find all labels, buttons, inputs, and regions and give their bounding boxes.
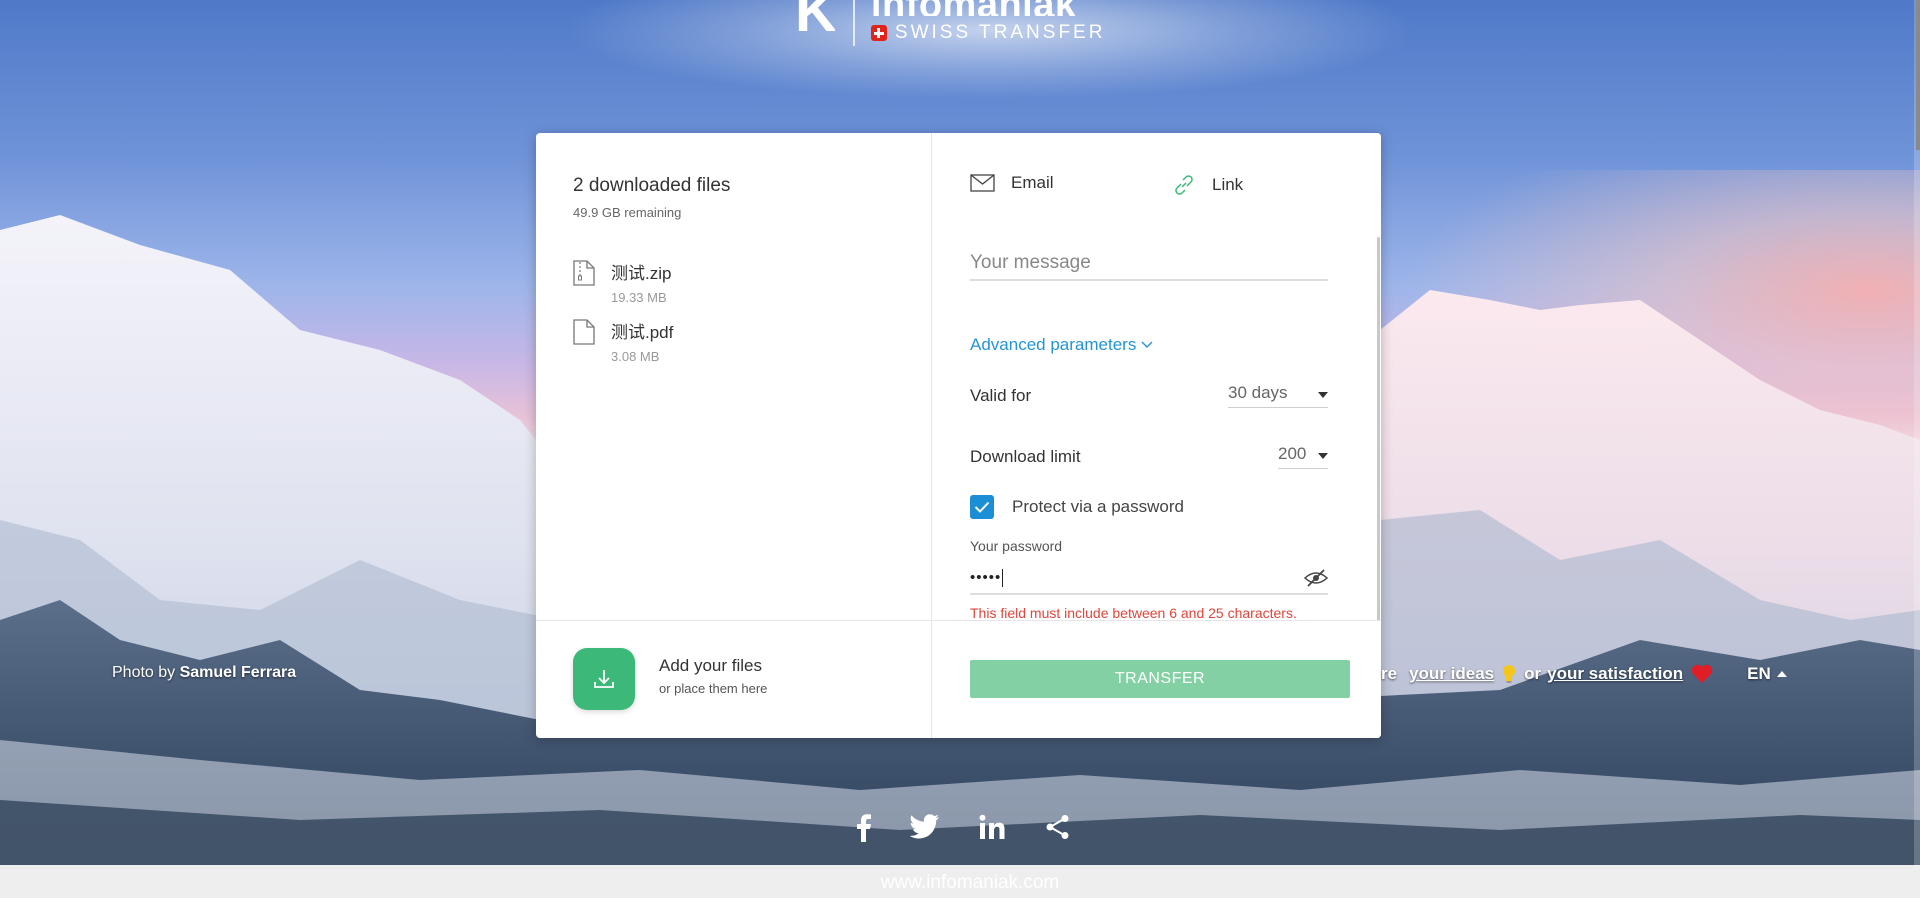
check-icon bbox=[974, 501, 990, 513]
mail-icon bbox=[970, 174, 995, 192]
download-limit-label: Download limit bbox=[970, 446, 1081, 466]
page-scrollbar-thumb[interactable] bbox=[1916, 0, 1920, 150]
file-item[interactable]: 测试.zip 19.33 MB bbox=[573, 259, 671, 305]
valid-for-row: Valid for 30 days bbox=[970, 383, 1328, 408]
language-code: EN bbox=[1747, 664, 1771, 683]
language-selector[interactable]: EN bbox=[1747, 664, 1787, 684]
file-size: 19.33 MB bbox=[611, 290, 667, 305]
caret-up-icon bbox=[1776, 671, 1787, 677]
logo-brand: infomaniak bbox=[871, 0, 1106, 16]
linkedin-icon[interactable] bbox=[979, 814, 1005, 840]
options-pane: Email Link Advanced parameters Valid for… bbox=[932, 133, 1381, 738]
caret-down-icon bbox=[1318, 392, 1328, 398]
lightbulb-icon bbox=[1503, 665, 1516, 683]
heart-icon bbox=[1691, 664, 1713, 683]
facebook-icon[interactable] bbox=[856, 814, 872, 842]
add-files-title: Add your files bbox=[659, 656, 762, 675]
password-input[interactable]: ••••• bbox=[970, 569, 1003, 587]
options-scrollbar[interactable] bbox=[1377, 237, 1380, 622]
page-scrollbar[interactable] bbox=[1914, 0, 1920, 865]
files-pane: 2 downloaded files 49.9 GB remaining 测试.… bbox=[536, 133, 932, 738]
photo-credit-author[interactable]: Samuel Ferrara bbox=[180, 664, 297, 681]
photo-credit: Photo by Samuel Ferrara bbox=[112, 664, 296, 682]
file-item[interactable]: 测试.pdf 3.08 MB bbox=[573, 318, 673, 364]
eye-off-icon[interactable] bbox=[1304, 569, 1328, 587]
download-limit-value: 200 bbox=[1278, 444, 1307, 463]
tab-link-label: Link bbox=[1212, 175, 1244, 194]
tab-link[interactable]: Link bbox=[1172, 173, 1243, 197]
chevron-down-icon bbox=[1141, 341, 1153, 348]
caret-down-icon bbox=[1318, 453, 1329, 459]
password-protect-row[interactable]: Protect via a password bbox=[970, 495, 1184, 519]
password-protect-label: Protect via a password bbox=[1012, 497, 1184, 516]
logo-k-mark: K bbox=[795, 0, 835, 40]
logo-product-line: SWISS TRANSFER bbox=[870, 22, 1106, 44]
logo-product: SWISS TRANSFER bbox=[894, 22, 1106, 43]
logo-texts: infomaniak SWISS TRANSFER bbox=[870, 0, 1106, 44]
download-icon bbox=[594, 670, 614, 688]
your-satisfaction-link[interactable]: your satisfaction bbox=[1547, 664, 1683, 684]
file-name: 测试.pdf bbox=[611, 323, 674, 342]
tab-email[interactable]: Email bbox=[970, 173, 1054, 193]
link-icon bbox=[1175, 175, 1193, 195]
valid-for-value: 30 days bbox=[1228, 383, 1288, 402]
files-title: 2 downloaded files bbox=[573, 175, 731, 196]
photo-credit-prefix: Photo by bbox=[112, 664, 176, 681]
add-files-area[interactable]: Add your files or place them here bbox=[536, 620, 931, 738]
password-field-label: Your password bbox=[970, 538, 1063, 554]
add-files-subtitle: or place them here bbox=[659, 681, 768, 696]
footer-url[interactable]: www.infomaniak.com bbox=[0, 872, 1920, 894]
files-remaining: 49.9 GB remaining bbox=[573, 205, 682, 220]
logo-separator bbox=[852, 0, 855, 46]
tab-email-label: Email bbox=[1011, 173, 1054, 192]
feedback-prefix: re bbox=[1381, 664, 1398, 683]
zip-file-icon bbox=[573, 260, 595, 286]
your-ideas-link[interactable]: your ideas bbox=[1409, 664, 1494, 684]
feedback-line: re your ideas or your satisfaction EN bbox=[1381, 664, 1787, 684]
message-input[interactable] bbox=[970, 246, 1328, 281]
transfer-footer: TRANSFER bbox=[932, 620, 1381, 738]
download-limit-select[interactable]: 200 bbox=[1278, 444, 1329, 469]
password-error: This field must include between 6 and 25… bbox=[970, 605, 1297, 621]
feedback-or: or bbox=[1524, 664, 1542, 683]
share-icon[interactable] bbox=[1045, 814, 1071, 840]
advanced-parameters-toggle[interactable]: Advanced parameters bbox=[970, 335, 1153, 355]
file-size: 3.08 MB bbox=[611, 349, 660, 364]
transfer-button[interactable]: TRANSFER bbox=[970, 660, 1350, 698]
add-files-button[interactable] bbox=[573, 648, 635, 710]
download-limit-row: Download limit 200 bbox=[970, 444, 1329, 469]
valid-for-label: Valid for bbox=[970, 385, 1032, 405]
twitter-icon[interactable] bbox=[910, 814, 940, 840]
infomaniak-logo[interactable]: K infomaniak SWISS TRANSFER bbox=[795, 0, 1105, 48]
transfer-card: 2 downloaded files 49.9 GB remaining 测试.… bbox=[536, 133, 1381, 738]
advanced-parameters-label: Advanced parameters bbox=[970, 335, 1137, 354]
file-icon bbox=[573, 319, 595, 345]
password-field[interactable]: ••••• bbox=[970, 563, 1328, 595]
password-protect-checkbox[interactable] bbox=[970, 495, 994, 519]
swiss-flag-icon bbox=[870, 25, 887, 41]
valid-for-select[interactable]: 30 days bbox=[1228, 383, 1328, 408]
file-name: 测试.zip bbox=[611, 264, 672, 283]
